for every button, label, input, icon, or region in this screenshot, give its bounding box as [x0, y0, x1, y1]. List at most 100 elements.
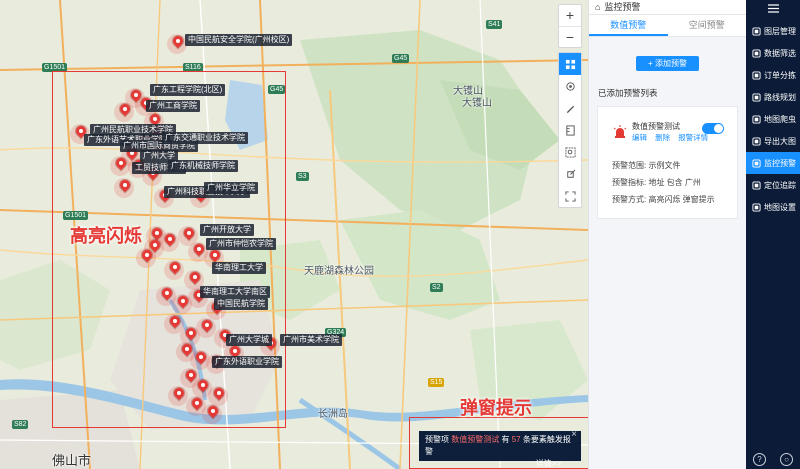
- layers-tool-button[interactable]: [559, 53, 581, 75]
- warning-enable-toggle[interactable]: [702, 123, 724, 134]
- map-marker[interactable]: [170, 316, 180, 330]
- zoom-in-button[interactable]: +: [559, 5, 581, 26]
- alarm-icon: [752, 158, 761, 168]
- nav-item-settings[interactable]: 地图设置: [746, 196, 800, 218]
- nav-item-label: 数据筛选: [764, 48, 796, 58]
- map-marker[interactable]: [116, 158, 126, 172]
- warning-actions: 编辑 删除 报警详情: [632, 132, 714, 143]
- tab-numeric-warning[interactable]: 数值预警: [589, 15, 668, 36]
- settings-icon[interactable]: ○: [780, 453, 793, 466]
- place-label: 天鹿湖森林公园: [304, 266, 374, 277]
- sort-icon: [752, 70, 761, 80]
- fullscreen-tool-button[interactable]: [559, 185, 581, 207]
- map-marker[interactable]: [184, 228, 194, 242]
- marker-label: 中国民航学院: [214, 298, 268, 310]
- place-label: 长洲岛: [318, 409, 348, 420]
- settings-icon: [752, 202, 761, 212]
- warning-name: 数值预警测试: [632, 122, 680, 131]
- panel-tabs: 数值预警 空间预警: [589, 15, 746, 37]
- alarm-icon: [613, 125, 627, 138]
- place-label: 佛山市: [52, 453, 92, 468]
- nav-item-label: 定位追踪: [764, 180, 796, 190]
- map-marker[interactable]: [198, 380, 208, 394]
- nav-item-export[interactable]: 导出大图: [746, 130, 800, 152]
- warning-card: 数值预警测试 编辑 删除 报警详情 预警范围: 示例文件 预警指标: 地址 包含…: [597, 106, 738, 219]
- nav-item-locate[interactable]: 定位追踪: [746, 174, 800, 196]
- marker-label: 广州市仲恺农学院: [206, 238, 276, 250]
- fullscreen-icon: [564, 190, 576, 202]
- popup-mid: 有: [501, 435, 510, 444]
- locate-tool-button[interactable]: [559, 75, 581, 97]
- popup-warning-name: 数值预警测试: [451, 435, 500, 444]
- map-marker[interactable]: [120, 104, 130, 118]
- warning-metric: 预警指标: 地址 包含 广州: [612, 178, 701, 187]
- map-marker[interactable]: [196, 352, 206, 366]
- edit-link[interactable]: 编辑: [632, 133, 647, 142]
- grid-icon: [565, 59, 575, 69]
- search-area-tool-button[interactable]: [559, 141, 581, 163]
- map-toolbar: [558, 52, 582, 208]
- map-marker[interactable]: [178, 296, 188, 310]
- map-marker[interactable]: [190, 272, 200, 286]
- measure-tool-button[interactable]: [559, 119, 581, 141]
- map-marker[interactable]: [165, 234, 175, 248]
- filter-icon: [752, 48, 761, 58]
- map-marker[interactable]: [192, 398, 202, 412]
- locate-icon: [565, 81, 575, 91]
- marker-label: 华南理工大学南区: [200, 286, 270, 298]
- nav-item-sort[interactable]: 订单分拣: [746, 64, 800, 86]
- ruler-icon: [565, 124, 575, 136]
- nav-item-alarm[interactable]: 监控预警: [746, 152, 800, 174]
- export-icon: [752, 136, 761, 146]
- annotation-popup: 弹窗提示: [460, 398, 532, 418]
- map-marker[interactable]: [173, 36, 183, 50]
- zoom-out-button[interactable]: −: [559, 26, 581, 47]
- marker-label: 广州大学城: [226, 334, 272, 346]
- map-marker[interactable]: [194, 244, 204, 258]
- map-marker[interactable]: [214, 388, 224, 402]
- zoom-control: + −: [558, 4, 582, 48]
- nav-item-spider[interactable]: 地图爬虫: [746, 108, 800, 130]
- help-icon[interactable]: ?: [753, 453, 766, 466]
- nav-item-label: 订单分拣: [764, 70, 796, 80]
- marker-label: 中国民航安全学院(广州校区): [185, 34, 293, 46]
- delete-link[interactable]: 删除: [655, 133, 670, 142]
- popup-prefix: 预警项: [425, 435, 449, 444]
- map-marker[interactable]: [208, 406, 218, 420]
- panel-title: 监控预警: [604, 1, 641, 12]
- locate-icon: [752, 180, 761, 190]
- marker-label: 广东工程学院(北区): [150, 84, 226, 96]
- nav-item-filter[interactable]: 数据筛选: [746, 42, 800, 64]
- road-shield: S41: [486, 20, 503, 29]
- nav-item-route[interactable]: 路线规划: [746, 86, 800, 108]
- road-shield: S3: [296, 172, 309, 181]
- popup-details-link[interactable]: 详情>>: [425, 458, 575, 469]
- spider-icon: [752, 114, 761, 124]
- nav-item-label: 地图设置: [764, 202, 796, 212]
- tab-spatial-warning[interactable]: 空间预警: [668, 15, 747, 36]
- map-marker[interactable]: [202, 320, 212, 334]
- panel-header: ⌂ 监控预警: [589, 0, 746, 15]
- map-marker[interactable]: [174, 388, 184, 402]
- alert-popup[interactable]: × 预警项 数值预警测试 有 57 条要素触发报警 详情>>: [419, 429, 581, 468]
- nav-item-layers[interactable]: 图层管理: [746, 20, 800, 42]
- pencil-icon: [566, 105, 574, 113]
- add-warning-button[interactable]: + 添加预警: [636, 56, 699, 71]
- road-shield: S2: [430, 283, 443, 292]
- draw-tool-button[interactable]: [559, 97, 581, 119]
- map-marker[interactable]: [120, 180, 130, 194]
- place-label-2: 大镬山: [462, 98, 492, 109]
- home-icon: ⌂: [595, 1, 601, 12]
- marker-label: 广州华立学院: [204, 182, 258, 194]
- map-marker[interactable]: [186, 328, 196, 342]
- popup-close-button[interactable]: ×: [571, 429, 577, 441]
- share-tool-button[interactable]: [559, 163, 581, 185]
- nav-item-label: 图层管理: [764, 26, 796, 36]
- alarm-details-link[interactable]: 报警详情: [678, 133, 708, 142]
- map-marker[interactable]: [142, 250, 152, 264]
- map-marker[interactable]: [162, 288, 172, 302]
- map-marker[interactable]: [170, 262, 180, 276]
- map-canvas[interactable]: 大镬山 大镬山 天鹿湖森林公园 长洲岛 佛山市 G1501 S116 G45 G…: [0, 0, 588, 469]
- marker-label: 广州工商学院: [146, 100, 200, 112]
- menu-button[interactable]: [746, 0, 800, 16]
